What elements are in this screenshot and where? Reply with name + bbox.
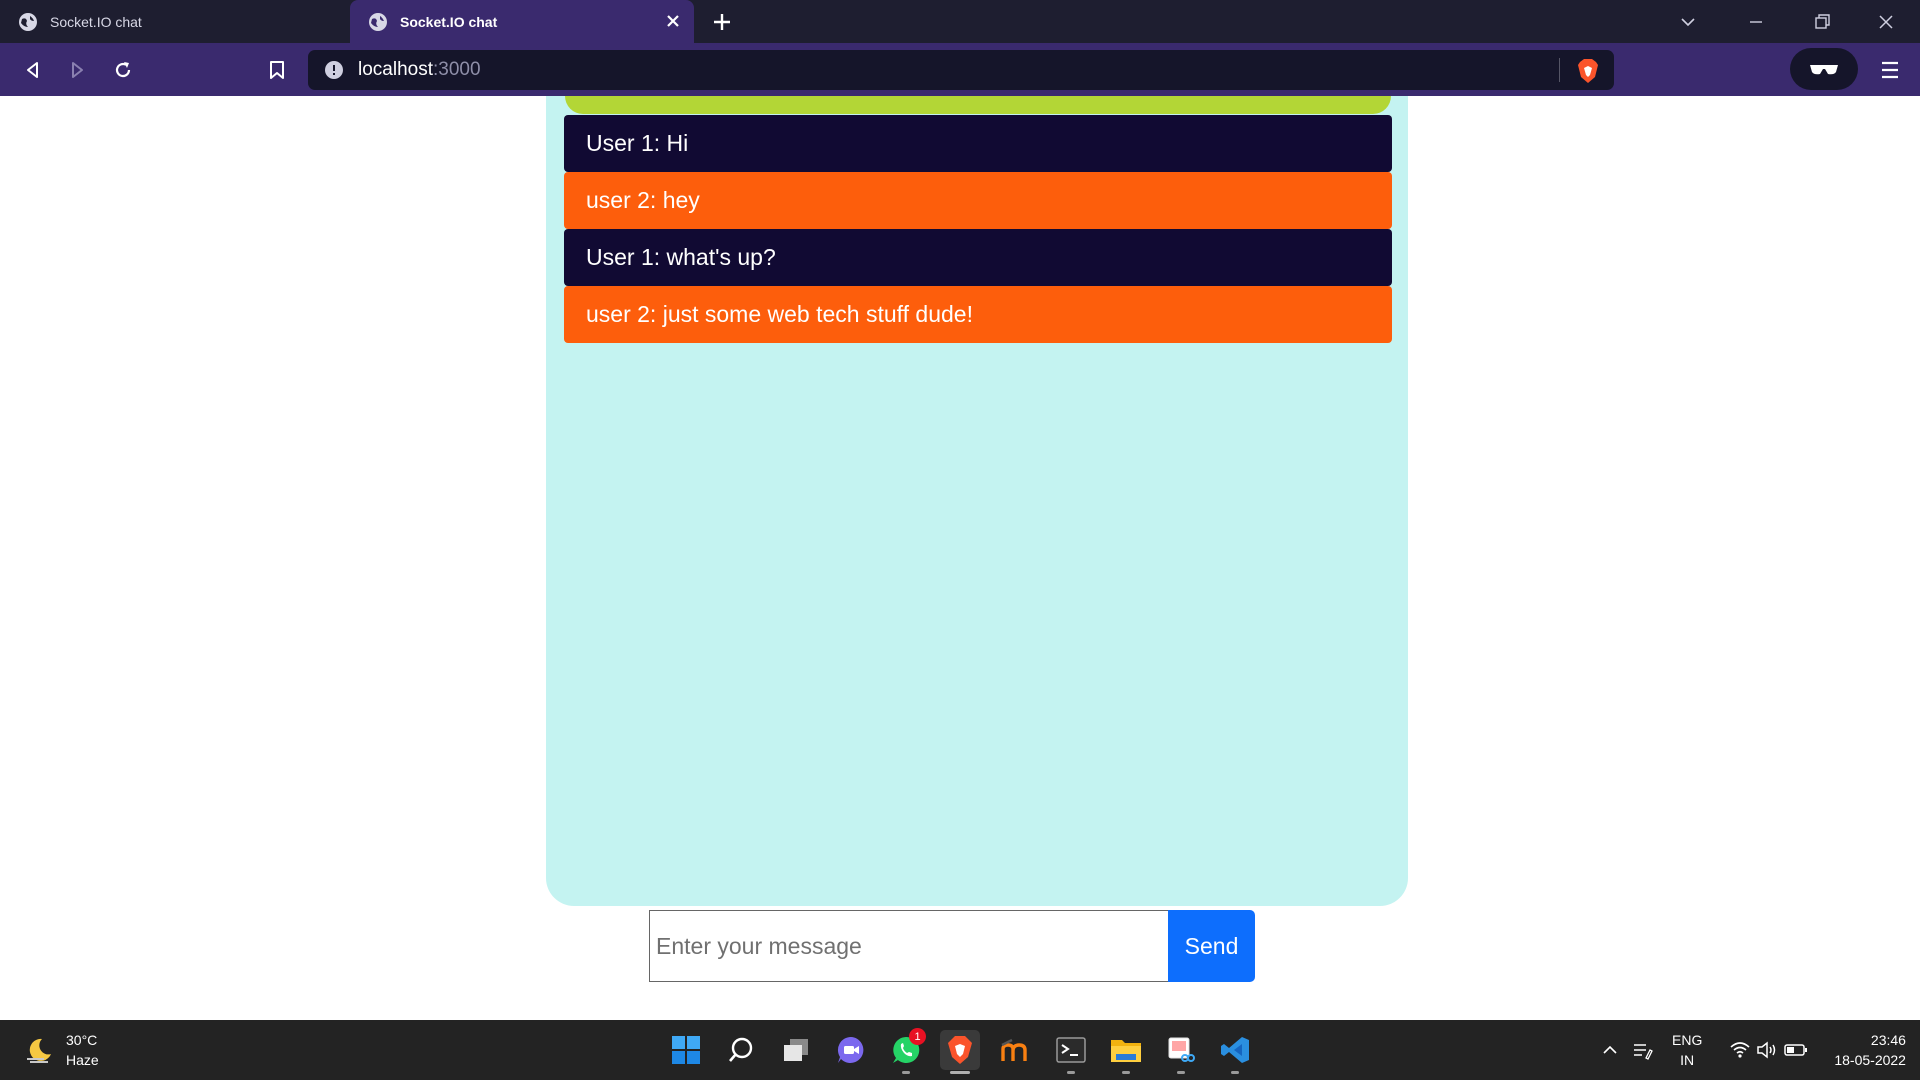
send-button[interactable]: Send (1168, 910, 1255, 982)
browser-toolbar: localhost:3000 (0, 43, 1920, 96)
close-icon[interactable] (662, 10, 684, 32)
tab-title: Socket.IO chat (400, 13, 498, 30)
whatsapp-button[interactable]: 1 (886, 1028, 926, 1074)
clock[interactable]: 23:46 18-05-2022 (1834, 1030, 1906, 1070)
volume-icon[interactable] (1756, 1041, 1778, 1059)
browser-tab-strip: Socket.IO chat Socket.IO chat (0, 0, 1920, 43)
moodle-icon (1001, 1038, 1027, 1061)
system-tray: ENG IN 23:46 18-05-2022 (1600, 1030, 1906, 1070)
folder-icon (1111, 1040, 1141, 1062)
running-indicator (1067, 1071, 1075, 1074)
minimize-button[interactable] (1742, 8, 1770, 36)
message-item: user 2: hey (564, 172, 1392, 229)
reader-mode-button[interactable] (1790, 48, 1858, 90)
ime-pen-icon[interactable] (1632, 1039, 1654, 1061)
new-tab-button[interactable] (710, 10, 734, 34)
back-button[interactable] (18, 55, 48, 85)
language-indicator[interactable]: ENG IN (1672, 1030, 1702, 1070)
terminal-icon (1056, 1037, 1086, 1063)
info-icon[interactable] (324, 60, 344, 80)
search-icon (729, 1037, 753, 1062)
brave-button[interactable] (940, 1030, 980, 1074)
bookmark-icon (270, 61, 284, 79)
moodle-button[interactable] (996, 1030, 1036, 1070)
snipping-tool-icon (1168, 1037, 1195, 1062)
back-arrow-icon (27, 62, 38, 78)
weather-temp: 30°C (66, 1032, 98, 1048)
url-port: :3000 (433, 59, 481, 80)
moon-haze-icon (27, 1038, 51, 1063)
language-code: ENG (1672, 1032, 1703, 1048)
task-view-icon (784, 1039, 808, 1061)
message-item: User 1: Hi (564, 115, 1392, 172)
brave-icon (948, 1036, 972, 1064)
reload-icon (115, 62, 131, 78)
terminal-button[interactable] (1051, 1030, 1091, 1074)
vscode-icon (1221, 1037, 1249, 1063)
notification-badge: 1 (909, 1028, 926, 1045)
clock-date: 18-05-2022 (1834, 1052, 1906, 1068)
meet-chat-icon (837, 1036, 864, 1063)
tab-search-chevron-icon[interactable] (1674, 8, 1702, 36)
wifi-icon[interactable] (1730, 1041, 1750, 1059)
tab-socketio-chat-2[interactable]: Socket.IO chat (350, 0, 694, 43)
vscode-button[interactable] (1215, 1030, 1255, 1074)
globe-icon (19, 12, 37, 31)
divider (1559, 58, 1560, 82)
chevron-up-icon[interactable] (1600, 1040, 1620, 1060)
url-host: localhost (358, 59, 433, 80)
battery-icon[interactable] (1784, 1042, 1808, 1058)
message-input[interactable] (649, 910, 1168, 982)
running-indicator (902, 1071, 910, 1074)
search-button[interactable] (721, 1030, 761, 1070)
chat-app-button[interactable] (831, 1030, 871, 1070)
chat-header-strip (565, 96, 1391, 114)
message-composer: Send (649, 910, 1255, 982)
weather-widget[interactable]: 30°C Haze (24, 1030, 99, 1070)
hamburger-menu-icon[interactable] (1876, 55, 1904, 85)
reload-button[interactable] (108, 55, 138, 85)
running-indicator (950, 1071, 970, 1074)
language-region: IN (1680, 1052, 1695, 1068)
brave-shields-icon[interactable] (1576, 58, 1600, 84)
running-indicator (1231, 1071, 1239, 1074)
running-indicator (1122, 1071, 1130, 1074)
running-indicator (1177, 1071, 1185, 1074)
close-window-button[interactable] (1872, 8, 1900, 36)
clock-time: 23:46 (1870, 1032, 1906, 1048)
restore-button[interactable] (1808, 8, 1836, 36)
message-item: User 1: what's up? (564, 229, 1392, 286)
bookmark-button[interactable] (262, 55, 292, 85)
start-button[interactable] (666, 1030, 706, 1070)
windows-logo-icon (672, 1036, 700, 1064)
address-bar[interactable]: localhost:3000 (308, 50, 1614, 90)
weather-condition: Haze (66, 1052, 99, 1068)
message-list: User 1: Hi user 2: hey User 1: what's up… (564, 115, 1392, 343)
snipping-tool-button[interactable] (1161, 1030, 1201, 1074)
tab-socketio-chat-1[interactable]: Socket.IO chat (0, 0, 348, 43)
tab-title: Socket.IO chat (50, 13, 142, 30)
forward-button[interactable] (62, 55, 92, 85)
globe-icon (369, 12, 387, 31)
file-explorer-button[interactable] (1106, 1030, 1146, 1074)
glasses-icon (1810, 65, 1838, 75)
taskbar: 30°C Haze 1 ENG IN 23:46 18-05-2022 (0, 1020, 1920, 1080)
forward-arrow-icon (72, 62, 83, 78)
message-item: user 2: just some web tech stuff dude! (564, 286, 1392, 343)
task-view-button[interactable] (776, 1030, 816, 1070)
